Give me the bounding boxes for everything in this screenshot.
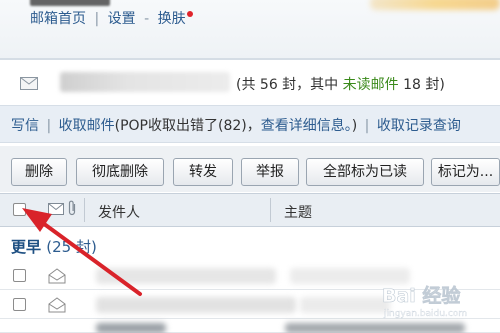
cropped-account-title <box>30 0 110 6</box>
change-skin-link[interactable]: 换肤 <box>158 11 186 27</box>
delete-button[interactable]: 删除 <box>11 158 67 186</box>
delete-permanently-button[interactable]: 彻底删除 <box>76 158 164 186</box>
settings-link[interactable]: 设置 <box>108 11 136 27</box>
compose-link[interactable]: 写信 <box>11 118 39 134</box>
mark-all-read-button[interactable]: 全部标为已读 <box>306 158 424 186</box>
fetch-mail-link[interactable]: 收取邮件 <box>59 118 115 134</box>
blurred-subject <box>300 297 390 313</box>
mail-row-checkbox[interactable] <box>13 269 26 282</box>
mailbox-home-link[interactable]: 邮箱首页 <box>30 11 86 27</box>
unread-mail-link[interactable]: 未读邮件 <box>343 77 399 93</box>
blurred-sender <box>96 268 276 284</box>
envelope-icon <box>20 77 38 90</box>
group-label: 更早 <box>11 238 42 256</box>
column-separator <box>84 198 85 222</box>
summary-suffix: 18 封) <box>398 77 445 93</box>
close-paren: ) <box>351 118 358 134</box>
action-separator-2: | <box>364 118 370 134</box>
top-nav: 邮箱首页 | 设置 - 换肤 <box>30 8 193 28</box>
nav-dash: - <box>144 11 150 27</box>
column-separator-2 <box>270 198 271 222</box>
pop-error-text: (POP收取出错了(82)， <box>114 118 261 134</box>
fetch-record-query-link[interactable]: 收取记录查询 <box>377 118 461 134</box>
select-all-checkbox[interactable] <box>13 203 26 216</box>
baidu-jingyan-watermark: Bai 经验 jingyan.baidu.com <box>382 284 468 319</box>
new-indicator-dot <box>186 11 193 17</box>
read-status-column-icon[interactable] <box>48 203 64 215</box>
action-separator: | <box>46 118 52 134</box>
masked-email-address <box>60 72 230 92</box>
cropped-top-banner <box>370 0 500 10</box>
mark-as-dropdown[interactable]: 标记为... <box>431 158 500 186</box>
sender-column-header[interactable]: 发件人 <box>98 202 140 222</box>
mail-count-summary: (共 56 封，其中 未读邮件 18 封) <box>236 74 445 94</box>
top-divider <box>0 58 500 60</box>
blurred-sender <box>96 297 296 313</box>
view-detail-link[interactable]: 查看详细信息。 <box>261 118 352 134</box>
forward-button[interactable]: 转发 <box>173 158 233 186</box>
attachment-column-icon[interactable] <box>68 200 77 216</box>
report-button[interactable]: 举报 <box>241 158 299 186</box>
blurred-sender <box>96 323 166 333</box>
watermark-url: jingyan.baidu.com <box>383 309 467 319</box>
read-envelope-icon <box>48 297 66 313</box>
earlier-group-heading[interactable]: 更早 (25 封) <box>11 236 97 257</box>
subject-column-header[interactable]: 主题 <box>284 202 312 222</box>
watermark-text: Bai 经验 <box>382 284 461 307</box>
mail-row-checkbox[interactable] <box>13 298 26 311</box>
nav-separator: | <box>94 11 100 27</box>
action-links: 写信 | 收取邮件(POP收取出错了(82)，查看详细信息。) | 收取记录查询 <box>11 115 461 135</box>
group-count: (25 封) <box>46 238 97 256</box>
summary-prefix: (共 56 封，其中 <box>236 77 343 93</box>
read-envelope-icon <box>48 268 66 284</box>
blurred-subject <box>285 323 465 333</box>
